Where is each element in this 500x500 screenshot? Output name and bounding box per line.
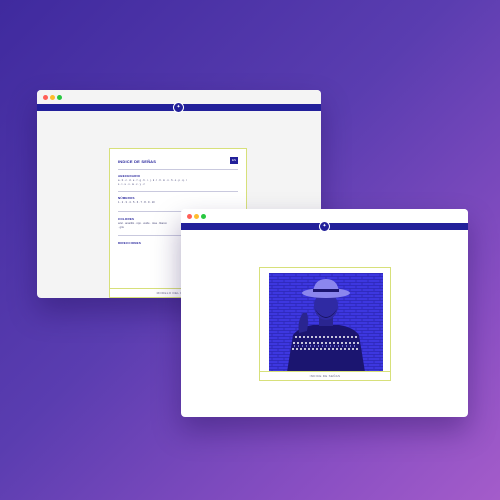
photo-card: INDICE DE SEÑAS [259,267,391,381]
site-logo-icon[interactable]: ✦ [319,221,330,232]
site-logo-icon[interactable]: ✦ [173,102,184,113]
language-badge[interactable]: ES [230,157,238,164]
index-title: INDICE DE SEÑAS [118,159,157,164]
portrait-photo [269,273,383,372]
section-title-numbers[interactable]: NÚMEROS [118,196,135,200]
divider [118,169,238,170]
close-button[interactable] [187,214,192,219]
section-title-colors[interactable]: COLORES [118,217,134,221]
section-title-directions[interactable]: DIRECCIONES [118,241,141,245]
section-items-alphabet[interactable]: a · b · c · d · e · f · g · h · i · j · … [118,179,238,187]
section-items-numbers[interactable]: 1 · 2 · 3 · 4 · 5 · 6 · 7 · 8 · 9 · 10 [118,201,238,205]
minimize-button[interactable] [50,95,55,100]
front-browser-window: ✦ INDICE DE SEÑAS [181,209,468,417]
divider [118,191,238,192]
section-title-alphabet[interactable]: ABECEDARIO [118,174,140,178]
photo-caption: INDICE DE SEÑAS [260,371,390,380]
maximize-button[interactable] [201,214,206,219]
maximize-button[interactable] [57,95,62,100]
minimize-button[interactable] [194,214,199,219]
close-button[interactable] [43,95,48,100]
portrait-illustration [269,273,383,372]
